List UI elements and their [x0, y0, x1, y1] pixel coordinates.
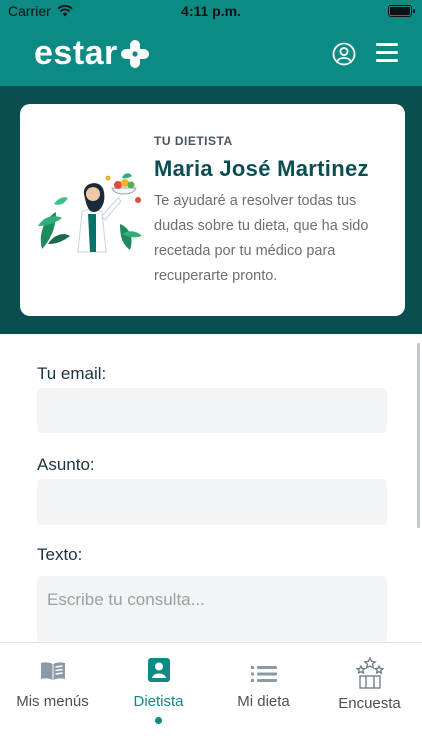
- email-field[interactable]: [37, 388, 387, 433]
- plus-cross-icon: [120, 39, 149, 68]
- dietitian-info: TU DIETISTA Maria José Martinez Te ayuda…: [154, 134, 390, 289]
- status-bar: Carrier 4:11 p.m.: [0, 0, 422, 22]
- status-time: 4:11 p.m.: [181, 3, 241, 19]
- logo-text: estar: [34, 34, 118, 72]
- tab-mis-menus[interactable]: Mis menús: [0, 643, 105, 743]
- subject-label: Asunto:: [37, 455, 95, 474]
- active-tab-indicator: [155, 717, 162, 724]
- tab-label: Encuesta: [338, 695, 401, 712]
- user-circle-icon: [332, 42, 356, 66]
- email-label: Tu email:: [37, 364, 107, 383]
- tab-label: Mi dieta: [237, 693, 290, 710]
- tab-mi-dieta[interactable]: Mi dieta: [211, 643, 316, 743]
- hamburger-menu-icon[interactable]: [376, 43, 398, 63]
- app-logo[interactable]: estar: [34, 34, 150, 73]
- app-header: estar: [0, 22, 422, 86]
- battery-icon: [388, 5, 415, 17]
- dietitian-illustration: [38, 173, 142, 253]
- tab-encuesta[interactable]: Encuesta: [317, 643, 422, 743]
- text-label: Texto:: [37, 545, 83, 564]
- tab-dietista[interactable]: Dietista: [106, 643, 211, 743]
- dietitian-card: TU DIETISTA Maria José Martinez Te ayuda…: [20, 104, 405, 316]
- subject-field[interactable]: [37, 479, 387, 525]
- list-icon: [250, 666, 277, 682]
- dietitian-name: Maria José Martinez: [154, 156, 369, 181]
- tab-label: Dietista: [133, 693, 184, 710]
- dietitian-label: TU DIETISTA: [154, 134, 233, 148]
- scrollbar[interactable]: [417, 343, 420, 528]
- message-textarea[interactable]: [37, 576, 387, 642]
- open-book-icon: [40, 662, 65, 680]
- stars-podium-icon: [355, 657, 384, 689]
- tab-label: Mis menús: [16, 693, 89, 710]
- person-badge-icon: [147, 658, 170, 682]
- user-profile-button[interactable]: [332, 42, 356, 66]
- dietitian-description: Te ayudaré a resolver todas tus dudas so…: [154, 193, 369, 284]
- tab-bar: Mis menús Dietista Mi dieta Encuesta: [0, 642, 422, 750]
